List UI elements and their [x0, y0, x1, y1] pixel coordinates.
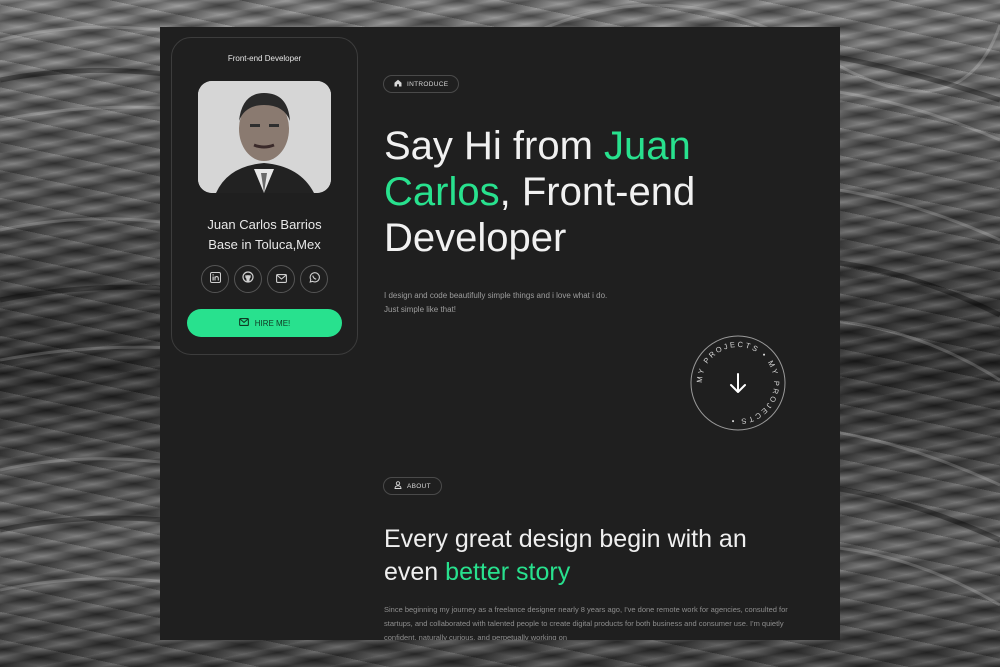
github-icon [242, 270, 254, 288]
location: Base in Toluca,Mex [208, 237, 321, 252]
hire-me-button[interactable]: HIRE ME! [187, 309, 342, 337]
user-icon [394, 481, 402, 491]
linkedin-link[interactable] [201, 265, 229, 293]
portfolio-panel: Front-end Developer Juan Carlos Barrios … [160, 27, 840, 640]
about-heading: Every great design begin with an even be… [384, 523, 804, 589]
mail-icon [275, 270, 287, 288]
about-tag: ABOUT [383, 477, 442, 495]
hero-heading: Say Hi from Juan Carlos, Front-end Devel… [384, 123, 784, 261]
role-title: Front-end Developer [227, 54, 302, 63]
introduce-label: INTRODUCE [407, 80, 449, 88]
hire-me-label: HIRE ME! [254, 318, 291, 328]
profile-card: Front-end Developer Juan Carlos Barrios … [171, 37, 358, 355]
profile-name: Juan Carlos Barrios Base in Toluca,Mex [172, 215, 357, 255]
my-projects-badge[interactable]: MY PROJECTS • MY PROJECTS • [689, 334, 787, 432]
intro-description: I design and code beautifully simple thi… [384, 289, 684, 317]
whatsapp-link[interactable] [300, 265, 328, 293]
about-label: ABOUT [407, 482, 431, 490]
avatar [198, 81, 331, 193]
github-link[interactable] [234, 265, 262, 293]
about-heading-accent: better story [445, 558, 571, 586]
intro-line-2: Just simple like that! [384, 305, 457, 314]
mail-icon [238, 318, 249, 328]
mail-link[interactable] [267, 265, 295, 293]
about-description: Since beginning my journey as a freelanc… [384, 605, 788, 640]
social-links [201, 265, 328, 293]
intro-line-1: I design and code beautifully simple thi… [384, 291, 608, 300]
introduce-tag: INTRODUCE [383, 75, 460, 93]
linkedin-icon [209, 270, 221, 288]
home-icon [394, 79, 402, 89]
full-name: Juan Carlos Barrios [207, 217, 322, 232]
hero-text-start: Say Hi from [384, 124, 605, 168]
whatsapp-icon [308, 270, 320, 288]
